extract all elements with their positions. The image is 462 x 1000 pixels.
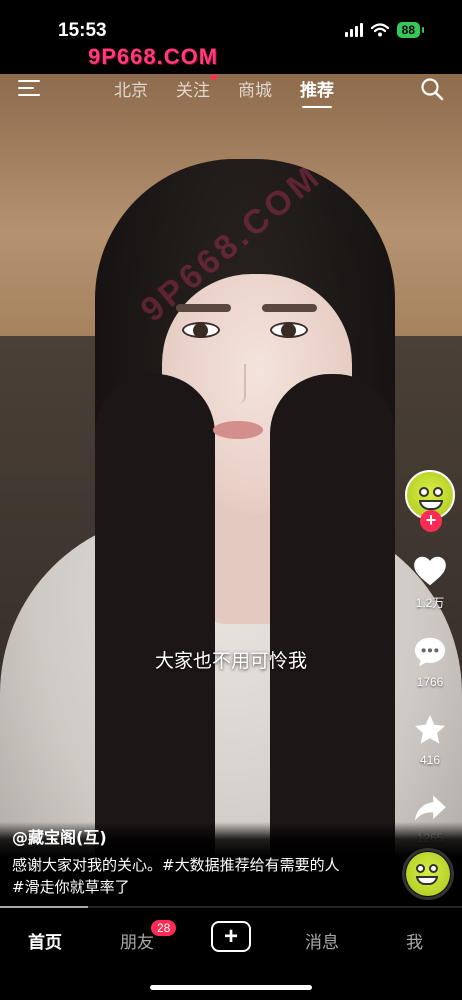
tab-recommended[interactable]: 推荐	[300, 76, 334, 108]
video-person-eye-left	[182, 322, 220, 338]
author-name[interactable]: @藏宝阁(互)	[12, 824, 107, 848]
tab-me[interactable]: 我	[406, 928, 423, 953]
video-player[interactable]: 9P668.COM	[0, 74, 462, 908]
home-indicator	[150, 985, 312, 990]
tab-messages[interactable]: 消息	[305, 928, 339, 953]
status-time: 15:53	[58, 20, 107, 41]
caption-line-2[interactable]: #滑走你就草率了	[12, 876, 392, 898]
video-person-lips	[213, 421, 263, 439]
tab-beijing[interactable]: 北京	[114, 76, 148, 101]
music-disc-icon[interactable]	[402, 848, 454, 900]
battery-indicator: 88	[396, 22, 425, 38]
signal-icon	[344, 23, 363, 37]
star-icon	[414, 714, 446, 744]
wifi-icon	[370, 23, 389, 37]
status-bar: 15:53 9P668.COM 88	[0, 0, 462, 74]
follow-button[interactable]: +	[420, 510, 442, 532]
video-person-nose	[230, 364, 246, 404]
like-count: 1.2万	[415, 596, 445, 610]
caption-line-1: 感谢大家对我的关心。#大数据推荐给有需要的人	[12, 856, 340, 874]
tab-home[interactable]: 首页	[28, 928, 62, 953]
author-avatar-group[interactable]: +	[405, 470, 455, 532]
create-button[interactable]: +	[211, 921, 251, 952]
status-icons: 88	[344, 22, 425, 38]
tab-following[interactable]: 关注	[176, 74, 217, 101]
like-button[interactable]: 1.2万	[411, 552, 449, 611]
post-caption[interactable]: 感谢大家对我的关心。#大数据推荐给有需要的人 #滑走你就草率了	[12, 854, 392, 898]
favorite-count: 416	[419, 753, 441, 767]
video-person-eye-right	[270, 322, 308, 338]
heart-icon	[414, 556, 446, 586]
tab-friends[interactable]: 朋友	[120, 928, 154, 953]
menu-icon[interactable]	[18, 78, 42, 98]
comment-count: 1766	[416, 675, 444, 689]
favorite-button[interactable]: 416	[411, 711, 449, 767]
video-person-brow-right	[262, 304, 317, 312]
watermark-text: 9P668.COM	[88, 44, 219, 69]
search-icon[interactable]	[420, 77, 444, 101]
top-nav-tabs: 北京 关注 商城 推荐	[114, 74, 362, 108]
notification-dot	[211, 74, 217, 80]
friends-badge: 28	[151, 920, 177, 936]
video-subtitle: 大家也不用可怜我	[154, 650, 307, 672]
tab-mall[interactable]: 商城	[238, 76, 272, 101]
